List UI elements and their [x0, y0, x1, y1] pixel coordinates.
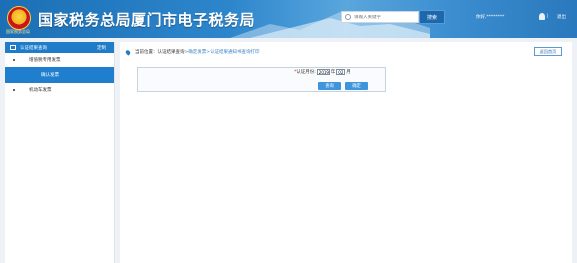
- grid-icon: [10, 45, 16, 50]
- bullet-icon: [13, 59, 15, 61]
- sidebar-item-confirm-invoice[interactable]: 确认发票: [5, 67, 114, 83]
- search-icon: [345, 14, 351, 20]
- breadcrumb: 当前位置： 认证结果查询 > 确定发票 > 认证结果通知书查询打印: [124, 48, 260, 56]
- sidebar-item-vat-invoice[interactable]: 增值税专用发票: [5, 53, 114, 67]
- breadcrumb-item-query[interactable]: 认证结果查询: [158, 49, 185, 55]
- sidebar-item-label: 增值税专用发票: [29, 58, 61, 63]
- top-header: 国家税务总局 国家税务总局厦门市电子税务局 搜索 你好,******** | 退…: [0, 0, 577, 38]
- location-pin-icon: [124, 48, 132, 56]
- breadcrumb-item-print[interactable]: 认证结果通知书查询打印: [210, 49, 260, 55]
- sidebar: 认证结果查询 定制 增值税专用发票 确认发票 机动车发票: [5, 42, 115, 263]
- sidebar-header-label: 认证结果查询: [20, 45, 47, 51]
- user-greeting: 你好,********: [476, 15, 505, 20]
- bullet-icon: [13, 89, 15, 91]
- sidebar-header[interactable]: 认证结果查询 定制: [5, 42, 114, 53]
- sidebar-item-label: 确认发票: [41, 73, 59, 78]
- query-button[interactable]: 查询: [318, 82, 341, 90]
- breadcrumb-item-confirm[interactable]: 确定发票: [188, 49, 206, 55]
- month-label: 认证月份:: [296, 70, 316, 75]
- breadcrumb-prefix: 当前位置：: [135, 50, 158, 55]
- header-separator: |: [547, 14, 549, 19]
- confirm-button[interactable]: 确定: [345, 82, 368, 90]
- search-box[interactable]: [341, 11, 419, 23]
- sidebar-item-vehicle-invoice[interactable]: 机动车发票: [5, 83, 114, 97]
- site-title: 国家税务总局厦门市电子税务局: [38, 11, 256, 29]
- month-field[interactable]: [336, 69, 346, 75]
- search-input[interactable]: [354, 14, 418, 20]
- month-unit: 月: [346, 70, 351, 75]
- sidebar-item-label: 机动车发票: [29, 88, 52, 93]
- customize-link[interactable]: 定制: [97, 45, 106, 51]
- emblem-label: 国家税务总局: [6, 29, 30, 34]
- main-content: 当前位置： 认证结果查询 > 确定发票 > 认证结果通知书查询打印 返回首页 *…: [120, 42, 572, 263]
- logout-link[interactable]: 退出: [557, 14, 566, 20]
- search-button[interactable]: 搜索: [419, 10, 445, 24]
- tax-emblem-icon: [7, 6, 31, 30]
- query-row: * 认证月份: 年 月: [294, 69, 351, 75]
- user-icon[interactable]: [539, 13, 545, 20]
- back-home-button[interactable]: 返回首页: [534, 47, 562, 56]
- year-unit: 年: [330, 70, 336, 75]
- year-field[interactable]: [316, 69, 330, 75]
